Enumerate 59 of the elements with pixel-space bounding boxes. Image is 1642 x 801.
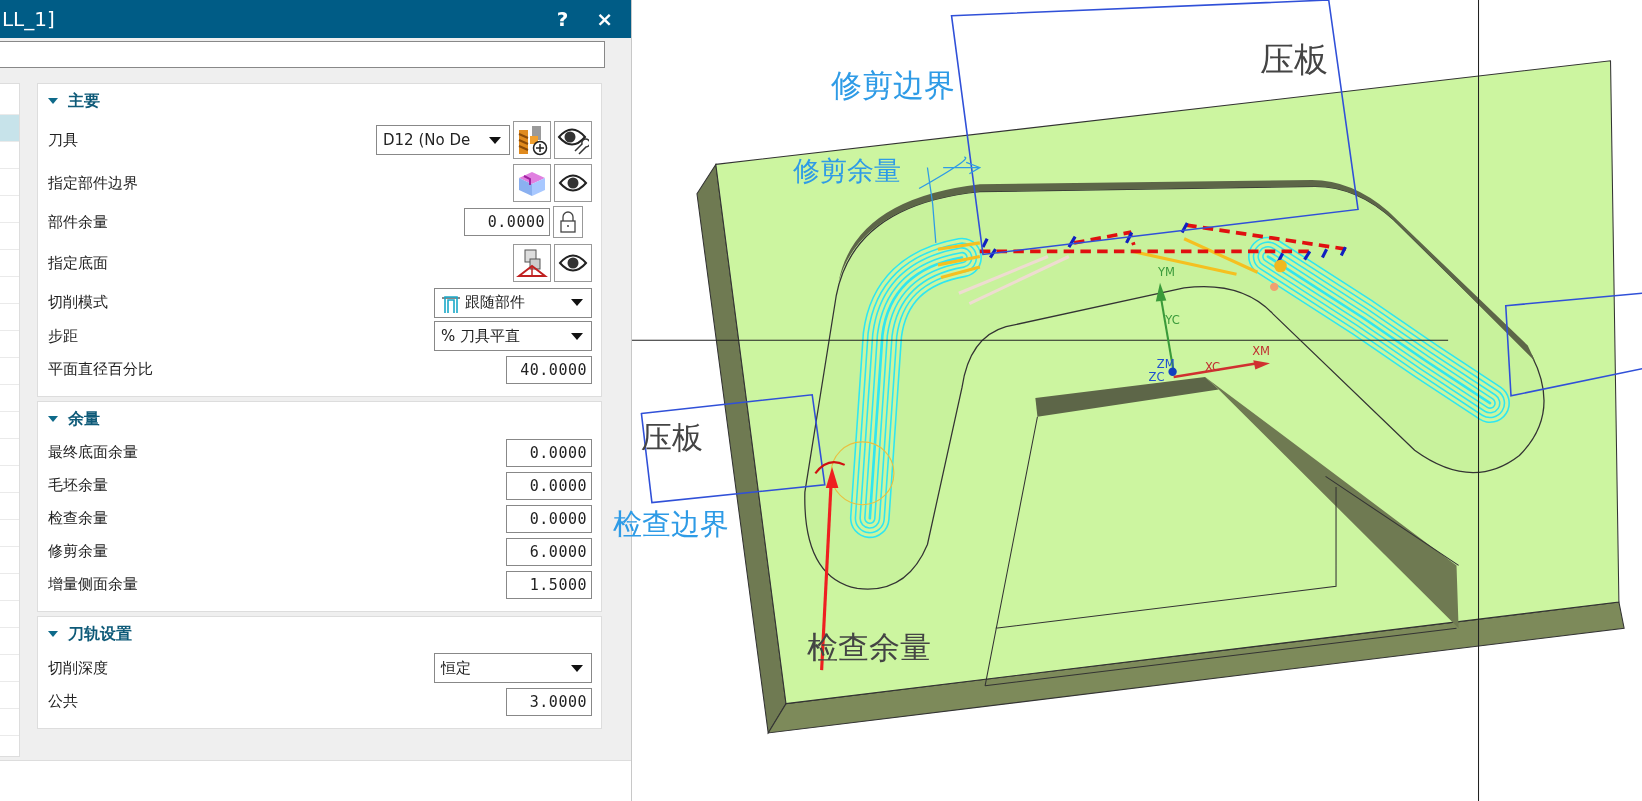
lock-icon xyxy=(559,211,577,233)
annotation-text: 检查边界 xyxy=(613,507,730,541)
edit-display-button[interactable] xyxy=(554,121,592,159)
field-label: 刀具 xyxy=(48,130,79,150)
caret-icon xyxy=(571,299,583,306)
group-header[interactable]: 刀轨设置 xyxy=(48,617,132,651)
axis-label: XM xyxy=(1252,343,1271,358)
highlight-circle xyxy=(830,441,895,506)
value-field[interactable]: 40.0000 xyxy=(506,355,592,384)
help-button[interactable]: ? xyxy=(552,7,573,31)
tool-add-icon xyxy=(516,124,548,156)
display-button[interactable] xyxy=(554,244,592,282)
group-header[interactable]: 余量 xyxy=(48,402,100,436)
caret-icon xyxy=(571,332,583,340)
cut-mode-dropdown[interactable]: 跟随部件 xyxy=(434,287,592,318)
value-field[interactable]: 1.5000 xyxy=(506,570,592,599)
field-label: 切削深度 xyxy=(48,658,109,678)
floor-plane-icon xyxy=(516,247,548,279)
field-label: 切削模式 xyxy=(48,293,109,312)
lock-button[interactable] xyxy=(553,206,583,238)
option-dropdown[interactable]: 恒定 xyxy=(434,653,592,683)
close-button[interactable]: × xyxy=(592,7,617,31)
field-label: 部件余量 xyxy=(48,212,109,232)
value-field[interactable]: 3.0000 xyxy=(506,687,592,716)
axis-label: ZC xyxy=(1148,370,1165,385)
field-label: 指定底面 xyxy=(48,253,109,273)
field-label: 最终底面余量 xyxy=(48,443,139,462)
value-field[interactable]: 0.0000 xyxy=(506,504,592,533)
tool-dropdown[interactable]: D12 (No De xyxy=(376,125,510,155)
field-label: 修剪余量 xyxy=(48,542,109,561)
option-dropdown[interactable]: % 刀具平直 xyxy=(434,321,592,351)
caret-icon xyxy=(571,664,583,672)
annotation-text: 修剪余量 xyxy=(793,155,902,187)
field-label: 毛坯余量 xyxy=(48,476,109,495)
field-label: 平面直径百分比 xyxy=(48,360,154,379)
value-field[interactable]: 0.0000 xyxy=(464,208,550,236)
field-label: 增量侧面余量 xyxy=(48,575,139,594)
name-field[interactable] xyxy=(0,41,605,68)
window-title: ILL_1] xyxy=(0,7,56,31)
value-field[interactable]: 6.0000 xyxy=(506,537,592,566)
value-field[interactable]: 0.0000 xyxy=(506,438,592,467)
value-field[interactable]: 0.0000 xyxy=(506,471,592,500)
field-label: 公共 xyxy=(48,692,79,711)
eye-icon xyxy=(558,252,588,274)
field-label: 指定部件边界 xyxy=(48,173,139,193)
display-button[interactable] xyxy=(554,164,592,202)
select-floor-button[interactable] xyxy=(513,244,551,282)
annotation-text: 压板 xyxy=(1259,40,1328,80)
axis-label: YM xyxy=(1157,265,1175,280)
field-label: 检查余量 xyxy=(48,509,109,528)
group-header[interactable]: 主要 xyxy=(48,84,100,118)
caret-icon xyxy=(489,136,501,144)
axis-label: XC xyxy=(1205,359,1221,374)
annotation-text: 修剪边界 xyxy=(831,67,956,104)
new-tool-button[interactable] xyxy=(513,121,551,159)
axis-label: YC xyxy=(1165,312,1180,327)
list-row[interactable] xyxy=(0,115,19,142)
eye-icon xyxy=(558,172,588,194)
field-label: 步距 xyxy=(48,326,79,346)
